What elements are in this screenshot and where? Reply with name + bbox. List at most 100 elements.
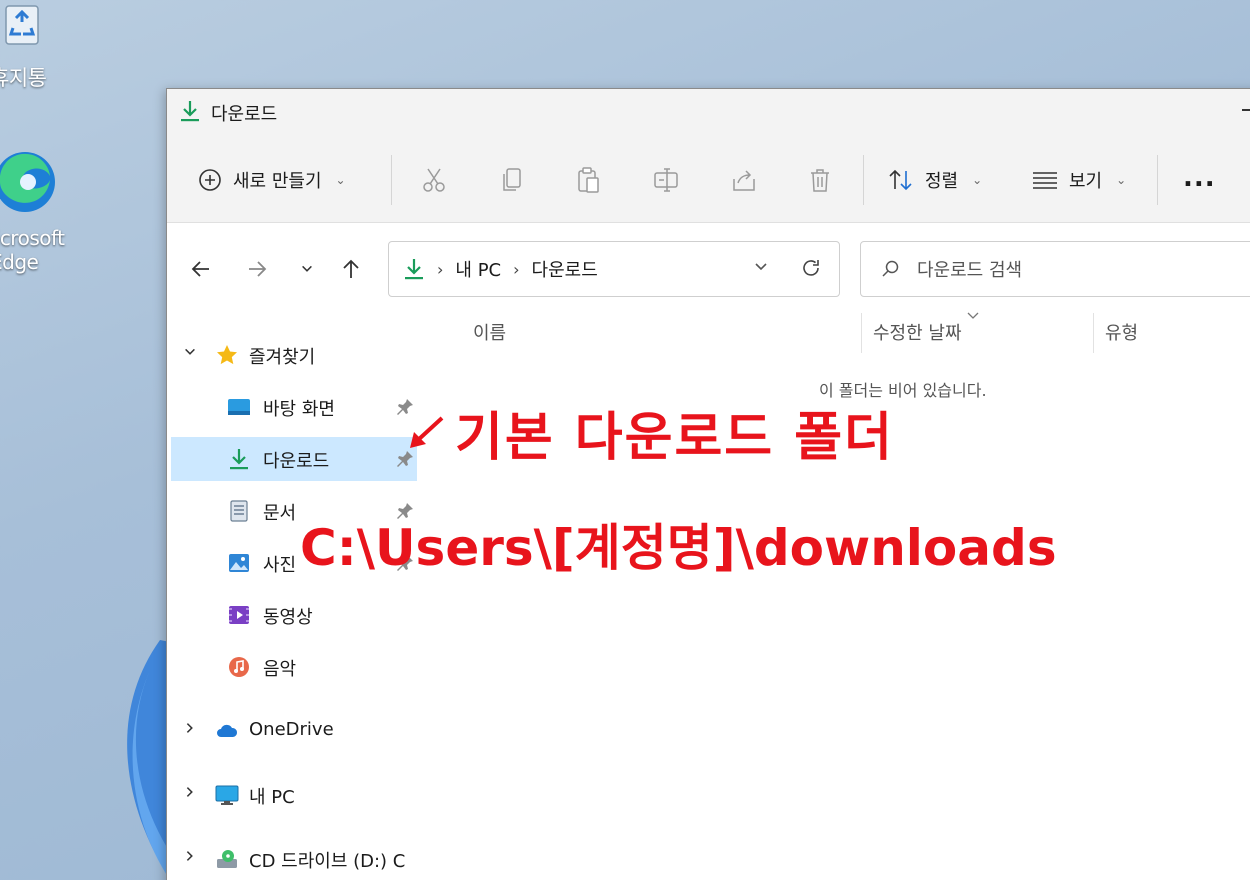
up-button[interactable] [337, 255, 365, 283]
chevron-down-icon: ⌄ [335, 173, 346, 187]
toolbar-divider [391, 155, 392, 205]
annotation-path: C:\Users\[계정명]\downloads [300, 519, 1057, 577]
sidebar-quick-access[interactable]: 즐겨찾기 [167, 333, 417, 377]
back-button[interactable] [187, 255, 215, 283]
collapsed-chevron-icon[interactable] [183, 849, 199, 869]
recycle-bin-icon [5, 5, 39, 45]
clipboard-icon [578, 167, 599, 193]
downloads-icon [405, 259, 423, 280]
toolbar-divider [863, 155, 864, 205]
sidebar-item-label: 바탕 화면 [263, 399, 335, 420]
edge-desktop-icon[interactable]: Microsoft Edge [0, 140, 70, 280]
sidebar-item-label: 내 PC [249, 787, 295, 808]
search-placeholder: 다운로드 검색 [917, 260, 1023, 281]
sidebar-item-label: 동영상 [263, 607, 313, 628]
sort-button[interactable]: 정렬 ⌄ [887, 163, 982, 197]
edge-label-line1: Microsoft [0, 226, 65, 250]
more-options-button[interactable]: ... [1183, 163, 1215, 197]
rename-icon [654, 168, 678, 192]
view-button[interactable]: 보기 ⌄ [1031, 163, 1126, 197]
pictures-icon [229, 554, 249, 572]
arrow-left-icon [191, 261, 209, 277]
sort-indicator-icon [967, 309, 979, 323]
edge-icon [0, 152, 55, 212]
sidebar-item-label: CD 드라이브 (D:) C [249, 851, 406, 872]
new-button[interactable]: 새로 만들기 ⌄ [197, 163, 346, 197]
desktop-folder-icon [228, 399, 250, 415]
monitor-icon [215, 785, 239, 805]
navigation-pane: 즐겨찾기 바탕 화면 다운로드 문서 사진 동영상 음악 OneDrive 내 … [167, 311, 423, 880]
minimize-button[interactable] [1242, 109, 1250, 111]
cut-button[interactable] [419, 165, 449, 195]
sidebar-item-label: 즐겨찾기 [249, 347, 316, 368]
sort-label: 정렬 [925, 171, 959, 192]
sidebar-item-music[interactable]: 음악 [167, 645, 417, 689]
sidebar-item-label: 음악 [263, 659, 297, 680]
breadcrumb-chevron-icon: › [437, 259, 444, 279]
breadcrumb-this-pc[interactable]: 내 PC [455, 256, 501, 282]
column-divider[interactable] [1093, 313, 1094, 353]
edge-label-line2: Edge [0, 250, 39, 274]
sidebar-item-label: 사진 [263, 555, 297, 576]
list-view-icon [1033, 172, 1057, 189]
window-title: 다운로드 [211, 104, 278, 125]
column-header-date-modified[interactable]: 수정한 날짜 [873, 319, 962, 359]
scissors-icon [423, 168, 445, 192]
toolbar-divider [1157, 155, 1158, 205]
videos-icon [229, 606, 249, 624]
sidebar-item-this-pc[interactable]: 내 PC [167, 773, 417, 817]
navigation-bar: › 내 PC › 다운로드 다운로드 검색 [167, 223, 1250, 311]
recycle-bin-label: 휴지통 [0, 66, 47, 90]
recycle-bin-desktop-icon[interactable]: 휴지통 [0, 0, 60, 100]
column-header-type[interactable]: 유형 [1105, 319, 1138, 359]
paste-button[interactable] [573, 165, 603, 195]
downloads-icon [181, 101, 199, 122]
collapsed-chevron-icon[interactable] [183, 785, 199, 805]
column-divider[interactable] [861, 313, 862, 353]
copy-icon [503, 168, 521, 191]
rename-button[interactable] [651, 165, 681, 195]
recent-locations-button[interactable] [293, 255, 321, 283]
sidebar-item-downloads[interactable]: 다운로드 [171, 437, 417, 481]
new-button-label: 새로 만들기 [233, 171, 322, 192]
cd-drive-icon [217, 850, 237, 868]
sidebar-item-label: OneDrive [249, 719, 334, 740]
arrow-right-icon [249, 261, 267, 277]
breadcrumb-downloads[interactable]: 다운로드 [532, 256, 598, 282]
pin-icon[interactable] [395, 449, 415, 469]
collapsed-chevron-icon[interactable] [183, 721, 199, 741]
forward-button[interactable] [243, 255, 271, 283]
breadcrumb-chevron-icon: › [513, 259, 520, 279]
sidebar-item-label: 문서 [263, 503, 297, 524]
star-icon [217, 345, 237, 365]
annotation-arrow-icon [410, 416, 444, 448]
file-explorer-window: 다운로드 새로 만들기 ⌄ 정렬 ⌄ 보기 ⌄ ... › 내 PC › 다운로… [166, 88, 1250, 880]
documents-icon [230, 500, 248, 522]
sidebar-item-label: 다운로드 [263, 451, 330, 472]
downloads-icon [230, 449, 248, 470]
music-icon [229, 657, 249, 677]
sidebar-item-videos[interactable]: 동영상 [167, 593, 417, 637]
plus-circle-icon [199, 169, 221, 191]
view-label: 보기 [1069, 171, 1103, 192]
refresh-icon[interactable] [799, 256, 823, 280]
search-icon [882, 260, 899, 277]
address-bar[interactable]: › 내 PC › 다운로드 [388, 241, 840, 297]
address-history-chevron-icon[interactable] [753, 259, 769, 279]
sidebar-item-onedrive[interactable]: OneDrive [167, 709, 417, 753]
annotation-title: 기본 다운로드 폴더 [455, 408, 894, 468]
column-header-name[interactable]: 이름 [473, 319, 506, 359]
search-box[interactable]: 다운로드 검색 [860, 241, 1250, 297]
copy-button[interactable] [497, 165, 527, 195]
chevron-down-icon: ⌄ [1116, 173, 1127, 187]
share-icon [733, 170, 755, 191]
chevron-down-icon [302, 265, 312, 272]
share-button[interactable] [729, 165, 759, 195]
chevron-down-icon: ⌄ [972, 173, 983, 187]
cloud-icon [217, 724, 238, 737]
sort-arrows-icon [889, 169, 912, 191]
expanded-chevron-icon[interactable] [183, 345, 199, 365]
delete-button[interactable] [805, 165, 835, 195]
sidebar-item-desktop[interactable]: 바탕 화면 [167, 385, 417, 429]
sidebar-item-cd-drive[interactable]: CD 드라이브 (D:) C [167, 837, 417, 880]
